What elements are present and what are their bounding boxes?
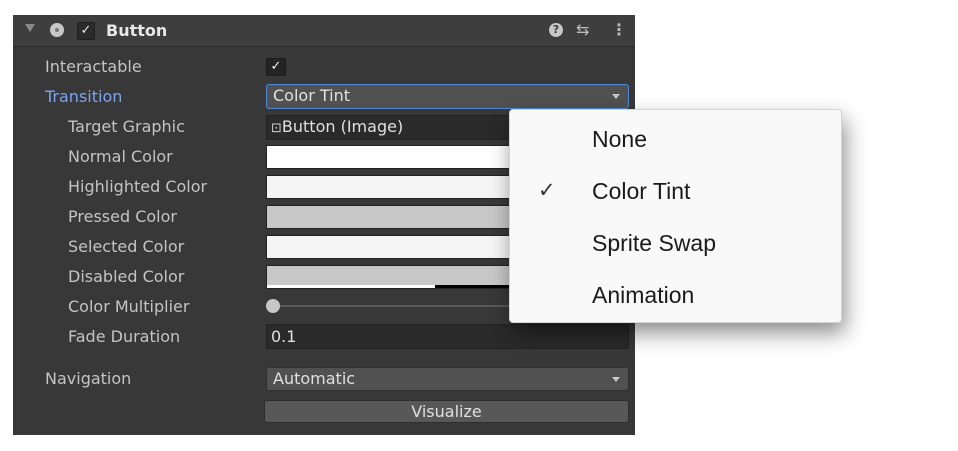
menu-item-label: Sprite Swap [592,230,717,256]
menu-item-label: Color Tint [592,178,691,204]
selected-color-label: Selected Color [68,237,185,256]
highlighted-color-label: Highlighted Color [68,177,208,196]
menu-item-none[interactable]: None [510,116,841,164]
transition-value: Color Tint [273,86,350,105]
interactable-label: Interactable [45,57,142,76]
menu-item-sprite-swap[interactable]: Sprite Swap [510,220,841,268]
alpha-bar-opaque [267,285,435,288]
color-multiplier-slider-knob[interactable] [266,299,280,313]
component-icon [50,23,64,37]
presets-icon[interactable]: ⇆ [576,20,589,39]
transition-dropdown[interactable]: Color Tint [266,84,629,109]
target-graphic-label: Target Graphic [68,117,185,136]
dropdown-arrow-icon [612,377,620,382]
menu-item-color-tint[interactable]: ✓ Color Tint [510,168,841,216]
help-icon[interactable]: ? [549,23,563,37]
foldout-arrow-icon[interactable] [25,24,35,32]
pressed-color-label: Pressed Color [68,207,177,226]
menu-item-label: Animation [592,282,695,308]
disabled-color-label: Disabled Color [68,267,185,286]
menu-item-animation[interactable]: Animation [510,272,841,320]
fade-duration-field[interactable]: 0.1 [266,324,629,349]
component-enabled-checkbox[interactable]: ✓ [77,22,95,40]
navigation-value: Automatic [273,369,356,388]
menu-item-label: None [592,126,647,152]
dropdown-arrow-icon [612,94,620,99]
interactable-checkbox[interactable]: ✓ [266,58,286,76]
checkmark-icon: ✓ [538,178,556,202]
component-title: Button [106,21,168,40]
navigation-label: Navigation [45,369,132,388]
visualize-button[interactable]: Visualize [264,400,629,423]
navigation-dropdown[interactable]: Automatic [266,367,629,391]
transition-dropdown-menu: None ✓ Color Tint Sprite Swap Animation [509,109,842,323]
component-header: ✓ Button ? ⇆ ⋮ [13,15,635,47]
image-icon: ⊡ [271,121,282,136]
color-multiplier-label: Color Multiplier [68,297,190,316]
normal-color-label: Normal Color [68,147,173,166]
context-menu-icon[interactable]: ⋮ [611,20,627,39]
fade-duration-label: Fade Duration [68,327,181,346]
target-graphic-value: Button (Image) [281,117,404,136]
color-multiplier-slider-track[interactable] [271,305,511,307]
transition-label: Transition [45,87,123,106]
